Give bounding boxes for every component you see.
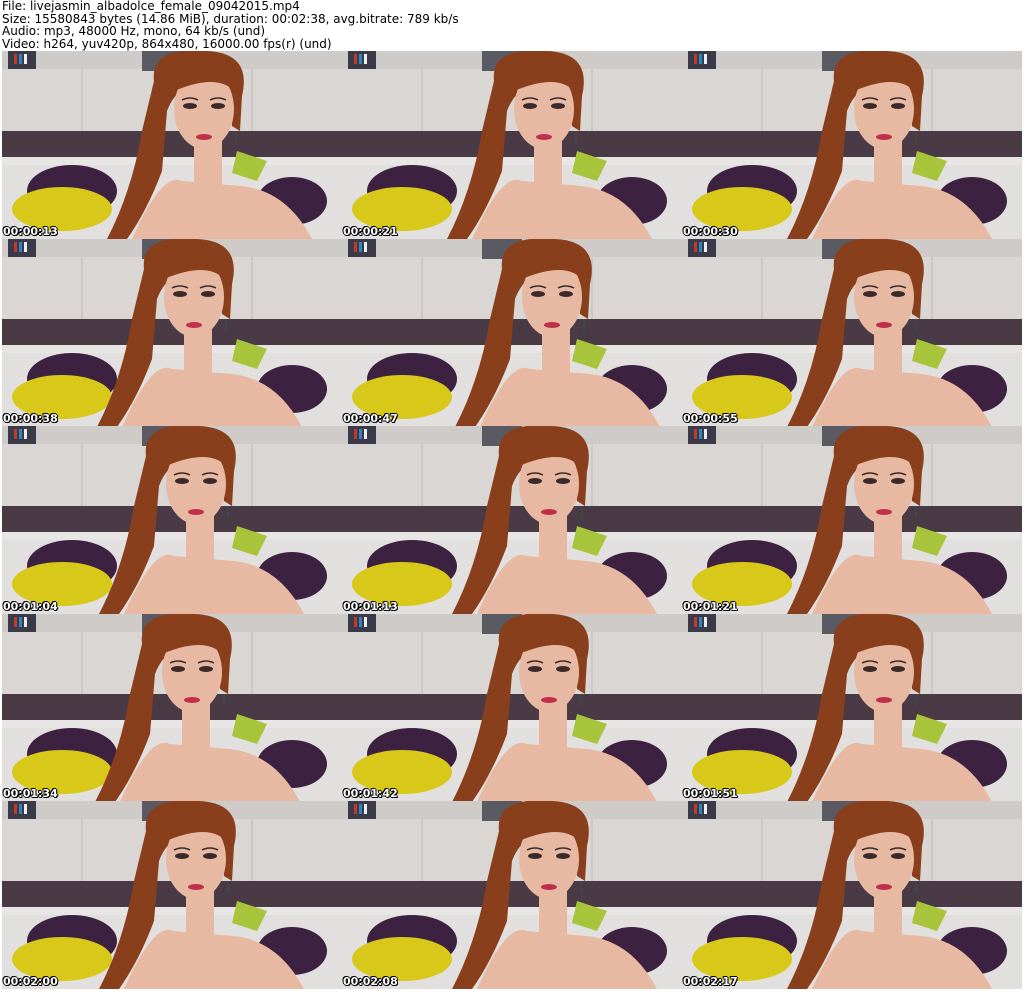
video-thumbnail: 00:01:04 [2, 426, 342, 614]
thumbnail-image [2, 801, 342, 989]
timestamp-label: 00:01:51 [683, 787, 738, 801]
video-thumbnail: 00:00:13 [2, 51, 342, 239]
timestamp-label: 00:01:21 [683, 599, 738, 613]
timestamp-label: 00:01:04 [3, 599, 58, 613]
video-thumbnail: 00:01:42 [342, 613, 682, 802]
thumbnail-image [682, 426, 1022, 614]
timestamp-label: 00:02:00 [3, 974, 58, 988]
video-thumbnail: 00:00:30 [682, 51, 1022, 239]
thumbnail-image [682, 51, 1022, 239]
file-info-header: File: livejasmin_albadolce_female_090420… [2, 0, 1020, 50]
timestamp-label: 00:01:13 [343, 599, 398, 613]
timestamp-label: 00:00:21 [343, 224, 398, 238]
thumbnail-image [342, 426, 682, 614]
thumbnail-image [2, 426, 342, 614]
timestamp-label: 00:00:30 [683, 224, 738, 238]
timestamp-label: 00:00:38 [3, 412, 58, 426]
thumbnail-image [2, 238, 342, 427]
video-thumbnail: 00:02:00 [2, 801, 342, 989]
video-thumbnail: 00:01:21 [682, 426, 1022, 614]
thumbnail-image [342, 613, 682, 802]
video-thumbnail: 00:01:51 [682, 613, 1022, 802]
thumbnail-image [342, 801, 682, 989]
timestamp-label: 00:01:42 [343, 787, 398, 801]
file-name-line: File: livejasmin_albadolce_female_090420… [2, 0, 300, 13]
thumbnail-grid: 00:00:13 00:00:21 00:00:30 00:00:38 00:0… [2, 51, 1022, 989]
thumbnail-image [682, 801, 1022, 989]
video-thumbnail: 00:00:55 [682, 238, 1022, 427]
thumbnail-image [2, 51, 342, 239]
video-thumbnail: 00:01:13 [342, 426, 682, 614]
timestamp-label: 00:00:55 [683, 412, 738, 426]
audio-info-line: Audio: mp3, 48000 Hz, mono, 64 kb/s (und… [2, 24, 266, 38]
video-thumbnail: 00:00:47 [342, 238, 682, 427]
timestamp-label: 00:02:17 [683, 974, 738, 988]
timestamp-label: 00:00:47 [343, 412, 398, 426]
video-thumbnail: 00:02:17 [682, 801, 1022, 989]
thumbnail-image [682, 613, 1022, 802]
video-thumbnail: 00:01:34 [2, 613, 342, 802]
video-thumbnail: 00:00:21 [342, 51, 682, 239]
video-thumbnail: 00:02:08 [342, 801, 682, 989]
timestamp-label: 00:00:13 [3, 224, 58, 238]
timestamp-label: 00:02:08 [343, 974, 398, 988]
thumbnail-image [682, 238, 1022, 427]
thumbnail-image [342, 238, 682, 427]
timestamp-label: 00:01:34 [3, 787, 58, 801]
video-info-line: Video: h264, yuv420p, 864x480, 16000.00 … [2, 36, 332, 51]
thumbnail-image [342, 51, 682, 239]
thumbnail-image [2, 613, 342, 802]
video-thumbnail: 00:00:38 [2, 238, 342, 427]
